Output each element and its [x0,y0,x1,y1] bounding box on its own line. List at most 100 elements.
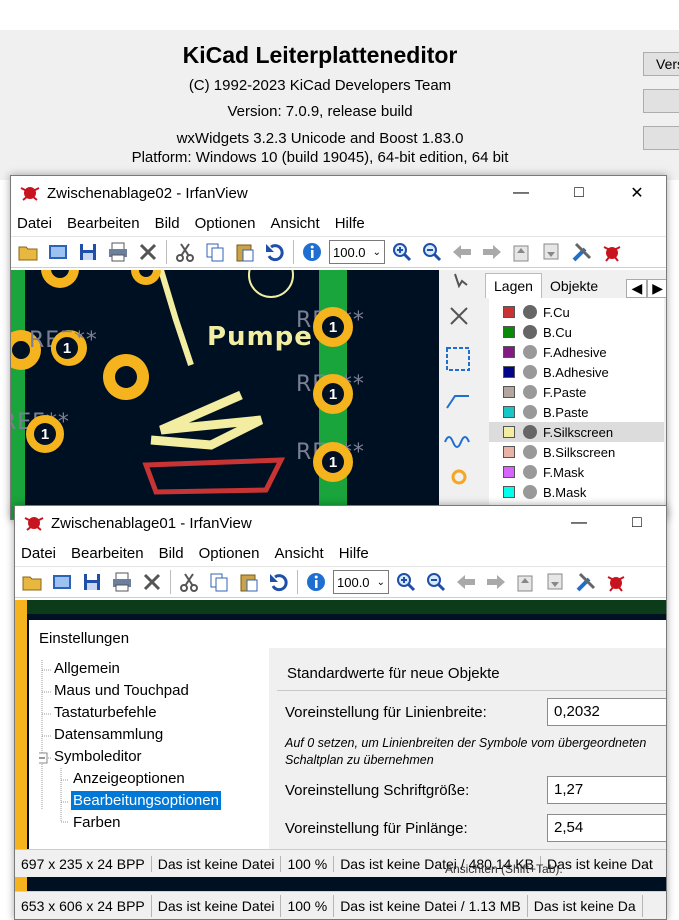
tab-objekte[interactable]: Objekte [542,274,606,298]
tree-item-bearbeitungsoptionen[interactable]: Bearbeitungsoptionen [71,791,221,810]
close-button[interactable]: ✕ [608,176,666,210]
undo-icon[interactable] [266,569,292,595]
hidden-icon[interactable] [523,465,537,479]
delete-icon[interactable] [135,239,161,265]
layer-row[interactable]: F.Cu [489,302,664,322]
pin-length-input[interactable]: 2,54 [547,814,666,842]
previous-icon[interactable] [453,569,479,595]
paste-icon[interactable] [236,569,262,595]
titlebar[interactable]: Zwischenablage01 - IrfanView — □ [15,506,666,540]
slideshow-icon[interactable] [45,239,71,265]
layer-row[interactable]: B.Paste [489,402,664,422]
page-down-icon[interactable] [543,569,569,595]
eye-icon[interactable] [523,305,537,319]
layer-row[interactable]: B.Mask [489,482,664,502]
page-up-icon[interactable] [513,569,539,595]
tree-item-datensammlung[interactable]: Datensammlung [54,726,163,743]
info-icon[interactable] [299,239,325,265]
menu-optionen[interactable]: Optionen [199,545,260,562]
hidden-icon[interactable] [523,385,537,399]
tab-scroll-right-icon[interactable]: ▶ [647,279,666,298]
minimize-button[interactable]: — [492,176,550,210]
delete-icon[interactable] [139,569,165,595]
tools-icon[interactable] [573,569,599,595]
cut-icon[interactable] [176,569,202,595]
zoom-in-icon[interactable] [393,569,419,595]
menu-bearbeiten[interactable]: Bearbeiten [67,215,140,232]
menu-hilfe[interactable]: Hilfe [335,215,365,232]
zoom-select[interactable]: 100.0 ⌄ [329,240,385,264]
copy-icon[interactable] [206,569,232,595]
hidden-icon[interactable] [523,445,537,459]
maximize-button[interactable]: □ [608,506,666,540]
irfanview-window-1[interactable]: Zwischenablage01 - IrfanView — □ Datei B… [14,505,667,920]
line-width-input[interactable]: 0,2032 [547,698,666,726]
copy-icon[interactable] [202,239,228,265]
tree-item-allgemein[interactable]: Allgemein [54,660,120,677]
pin-length-label: Voreinstellung für Pinlänge: [285,820,468,837]
tree-item-symboleditor[interactable]: Symboleditor [54,748,142,765]
maximize-button[interactable]: □ [550,176,608,210]
info-icon[interactable] [303,569,329,595]
print-icon[interactable] [109,569,135,595]
layer-row[interactable]: F.Mask [489,462,664,482]
menu-ansicht[interactable]: Ansicht [275,545,324,562]
layer-row[interactable]: B.Silkscreen [489,442,664,462]
menu-bild[interactable]: Bild [155,215,180,232]
page-down-icon[interactable] [539,239,565,265]
page-up-icon[interactable] [509,239,535,265]
menu-datei[interactable]: Datei [17,215,52,232]
next-icon[interactable] [483,569,509,595]
tree-item-tastaturbefehle[interactable]: Tastaturbefehle [54,704,157,721]
layer-row[interactable]: F.Paste [489,382,664,402]
zoom-in-icon[interactable] [389,239,415,265]
hidden-icon[interactable] [523,345,537,359]
tab-lagen[interactable]: Lagen [485,273,542,298]
save-icon[interactable] [75,239,101,265]
zoom-select[interactable]: 100.0 ⌄ [333,570,389,594]
tree-item-maus[interactable]: Maus und Touchpad [54,682,189,699]
layer-row-selected[interactable]: F.Silkscreen [489,422,664,442]
eye-icon[interactable] [523,325,537,339]
menu-hilfe[interactable]: Hilfe [339,545,369,562]
titlebar[interactable]: Zwischenablage02 - IrfanView — □ ✕ [11,176,666,210]
hidden-icon[interactable] [523,405,537,419]
irfan-logo-icon[interactable] [603,569,629,595]
menu-ansicht[interactable]: Ansicht [271,215,320,232]
save-icon[interactable] [79,569,105,595]
cut-icon[interactable] [172,239,198,265]
tree-item-farben[interactable]: Farben [73,814,121,831]
tools-icon[interactable] [569,239,595,265]
layer-row[interactable]: B.Cu [489,322,664,342]
open-icon[interactable] [15,239,41,265]
menu-optionen[interactable]: Optionen [195,215,256,232]
paste-icon[interactable] [232,239,258,265]
layer-row[interactable]: F.Adhesive [489,342,664,362]
tree-item-anzeigeoptionen[interactable]: Anzeigeoptionen [73,770,185,787]
menu-datei[interactable]: Datei [21,545,56,562]
undo-icon[interactable] [262,239,288,265]
irfan-logo-icon[interactable] [599,239,625,265]
irfanview-window-2[interactable]: Zwischenablage02 - IrfanView — □ ✕ Datei… [10,175,667,520]
menu-bearbeiten[interactable]: Bearbeiten [71,545,144,562]
window-title: Zwischenablage02 - IrfanView [47,184,248,202]
open-icon[interactable] [19,569,45,595]
side-button-2[interactable] [643,89,679,113]
layer-row[interactable]: B.Adhesive [489,362,664,382]
eye-icon[interactable] [523,425,537,439]
minimize-button[interactable]: — [550,506,608,540]
menu-bild[interactable]: Bild [159,545,184,562]
hidden-icon[interactable] [523,485,537,499]
kicad-tool-strip [439,270,485,519]
zoom-out-icon[interactable] [419,239,445,265]
tab-scroll-left-icon[interactable]: ◀ [626,279,648,298]
version-copy-button[interactable]: Vers [643,52,679,76]
slideshow-icon[interactable] [49,569,75,595]
font-size-input[interactable]: 1,27 [547,776,666,804]
side-button-3[interactable] [643,126,679,150]
hidden-icon[interactable] [523,365,537,379]
print-icon[interactable] [105,239,131,265]
next-icon[interactable] [479,239,505,265]
zoom-out-icon[interactable] [423,569,449,595]
previous-icon[interactable] [449,239,475,265]
